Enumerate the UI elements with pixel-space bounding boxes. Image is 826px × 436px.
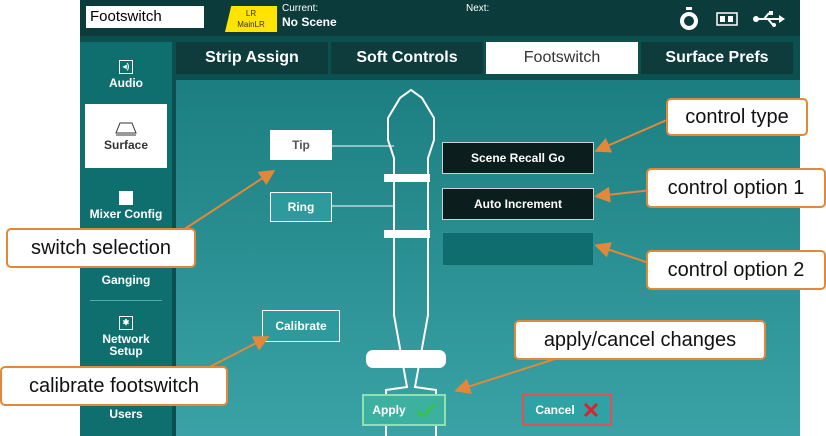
callout-control-type: control type [666, 98, 808, 136]
callout-control-option-2: control option 2 [646, 250, 826, 290]
callout-switch-selection: switch selection [6, 228, 196, 268]
callout-apply-cancel: apply/cancel changes [514, 320, 766, 360]
callout-calibrate: calibrate footswitch [0, 366, 228, 406]
callout-control-option-1: control option 1 [646, 168, 826, 208]
